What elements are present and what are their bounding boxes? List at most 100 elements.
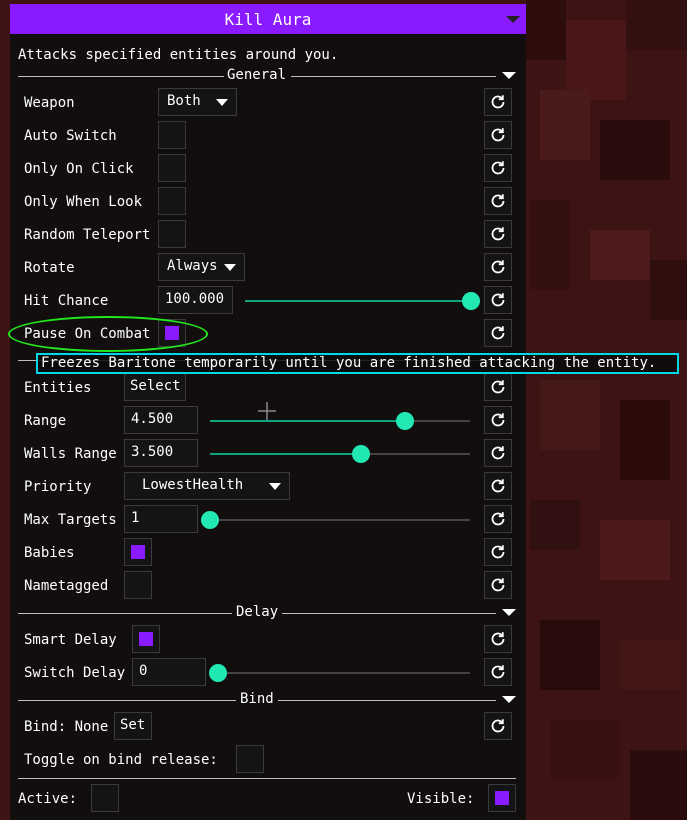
max-targets-label: Max Targets (24, 512, 117, 528)
section-collapse-icon[interactable] (502, 72, 516, 79)
slider-knob[interactable] (462, 292, 480, 310)
slider-knob[interactable] (396, 412, 414, 430)
reset-icon (491, 479, 505, 493)
section-header-general[interactable]: General (18, 67, 516, 83)
hit-chance-input[interactable]: 100.000 (158, 286, 233, 314)
reset-button[interactable] (484, 253, 512, 281)
reset-icon (491, 512, 505, 526)
range-input[interactable]: 4.500 (124, 406, 198, 434)
visible-label: Visible: (407, 791, 475, 807)
only-when-look-checkbox[interactable] (158, 187, 186, 215)
rotate-label: Rotate (24, 260, 75, 276)
nametagged-label: Nametagged (24, 578, 109, 594)
module-description: Attacks specified entities around you. (18, 47, 339, 63)
visible-checkbox[interactable] (488, 784, 516, 812)
walls-range-input[interactable]: 3.500 (124, 439, 198, 467)
select-button-label: Select (130, 378, 181, 394)
bind-set-button[interactable]: Set (114, 712, 152, 740)
slider-knob[interactable] (351, 445, 370, 463)
reset-button[interactable] (484, 658, 512, 686)
max-targets-value: 1 (131, 510, 140, 526)
reset-button[interactable] (484, 187, 512, 215)
random-teleport-checkbox[interactable] (158, 220, 186, 248)
collapse-triangle-icon[interactable] (506, 16, 520, 23)
reset-icon (491, 194, 505, 208)
reset-button[interactable] (484, 472, 512, 500)
range-label: Range (24, 413, 67, 429)
reset-button[interactable] (484, 319, 512, 347)
walls-range-label: Walls Range (24, 446, 117, 462)
entities-label: Entities (24, 380, 92, 396)
auto-switch-label: Auto Switch (24, 128, 117, 144)
switch-delay-input[interactable]: 0 (132, 658, 206, 686)
walls-range-value: 3.500 (131, 444, 174, 460)
module-title-bar[interactable]: Kill Aura (10, 4, 526, 34)
reset-button[interactable] (484, 286, 512, 314)
reset-icon (491, 632, 505, 646)
only-on-click-label: Only On Click (24, 161, 134, 177)
reset-icon (491, 128, 505, 142)
hit-chance-label: Hit Chance (24, 293, 109, 309)
reset-icon (491, 719, 505, 733)
chevron-down-icon (224, 264, 236, 271)
babies-label: Babies (24, 545, 75, 561)
hit-chance-slider[interactable] (245, 292, 480, 310)
tooltip-text: Freezes Baritone temporarily until you a… (41, 355, 657, 371)
reset-button[interactable] (484, 373, 512, 401)
reset-button[interactable] (484, 406, 512, 434)
highlight-oval (8, 316, 208, 352)
switch-delay-value: 0 (139, 663, 148, 679)
reset-button[interactable] (484, 712, 512, 740)
reset-button[interactable] (484, 625, 512, 653)
rotate-dropdown[interactable]: Always (158, 253, 245, 281)
bind-label: Bind: None (24, 719, 109, 735)
weapon-dropdown[interactable]: Both (158, 88, 237, 116)
reset-button[interactable] (484, 439, 512, 467)
reset-button[interactable] (484, 154, 512, 182)
only-on-click-checkbox[interactable] (158, 154, 186, 182)
reset-button[interactable] (484, 220, 512, 248)
priority-value: LowestHealth (142, 477, 244, 493)
smart-delay-label: Smart Delay (24, 632, 117, 648)
section-header-bind[interactable]: Bind (18, 691, 516, 707)
reset-icon (491, 665, 505, 679)
section-title-general: General (227, 67, 287, 83)
range-slider[interactable] (210, 412, 470, 430)
reset-button[interactable] (484, 538, 512, 566)
slider-knob[interactable] (209, 664, 227, 682)
reset-button[interactable] (484, 571, 512, 599)
weapon-label: Weapon (24, 95, 75, 111)
babies-checkbox[interactable] (124, 538, 152, 566)
rotate-value: Always (167, 258, 218, 274)
tooltip: Freezes Baritone temporarily until you a… (36, 353, 679, 374)
priority-dropdown[interactable]: LowestHealth (124, 472, 290, 500)
section-collapse-icon[interactable] (502, 609, 516, 616)
chevron-down-icon (216, 99, 228, 106)
only-when-look-label: Only When Look (24, 194, 143, 210)
toggle-release-checkbox[interactable] (236, 745, 264, 773)
max-targets-input[interactable]: 1 (124, 505, 198, 533)
reset-icon (491, 380, 505, 394)
active-label: Active: (18, 791, 78, 807)
reset-icon (491, 578, 505, 592)
reset-button[interactable] (484, 88, 512, 116)
entities-select-button[interactable]: Select (124, 373, 186, 401)
section-title-bind: Bind (240, 691, 274, 707)
walls-range-slider[interactable] (210, 445, 470, 463)
reset-icon (491, 326, 505, 340)
section-collapse-icon[interactable] (502, 696, 516, 703)
reset-button[interactable] (484, 505, 512, 533)
nametagged-checkbox[interactable] (124, 571, 152, 599)
reset-icon (491, 260, 505, 274)
slider-knob[interactable] (201, 511, 219, 529)
auto-switch-checkbox[interactable] (158, 121, 186, 149)
reset-button[interactable] (484, 121, 512, 149)
switch-delay-slider[interactable] (209, 664, 470, 682)
switch-delay-label: Switch Delay (24, 665, 126, 681)
reset-icon (491, 161, 505, 175)
max-targets-slider[interactable] (201, 511, 470, 529)
smart-delay-checkbox[interactable] (132, 625, 160, 653)
toggle-release-label: Toggle on bind release: (24, 752, 218, 768)
active-checkbox[interactable] (91, 784, 119, 812)
section-header-delay[interactable]: Delay (18, 604, 516, 620)
